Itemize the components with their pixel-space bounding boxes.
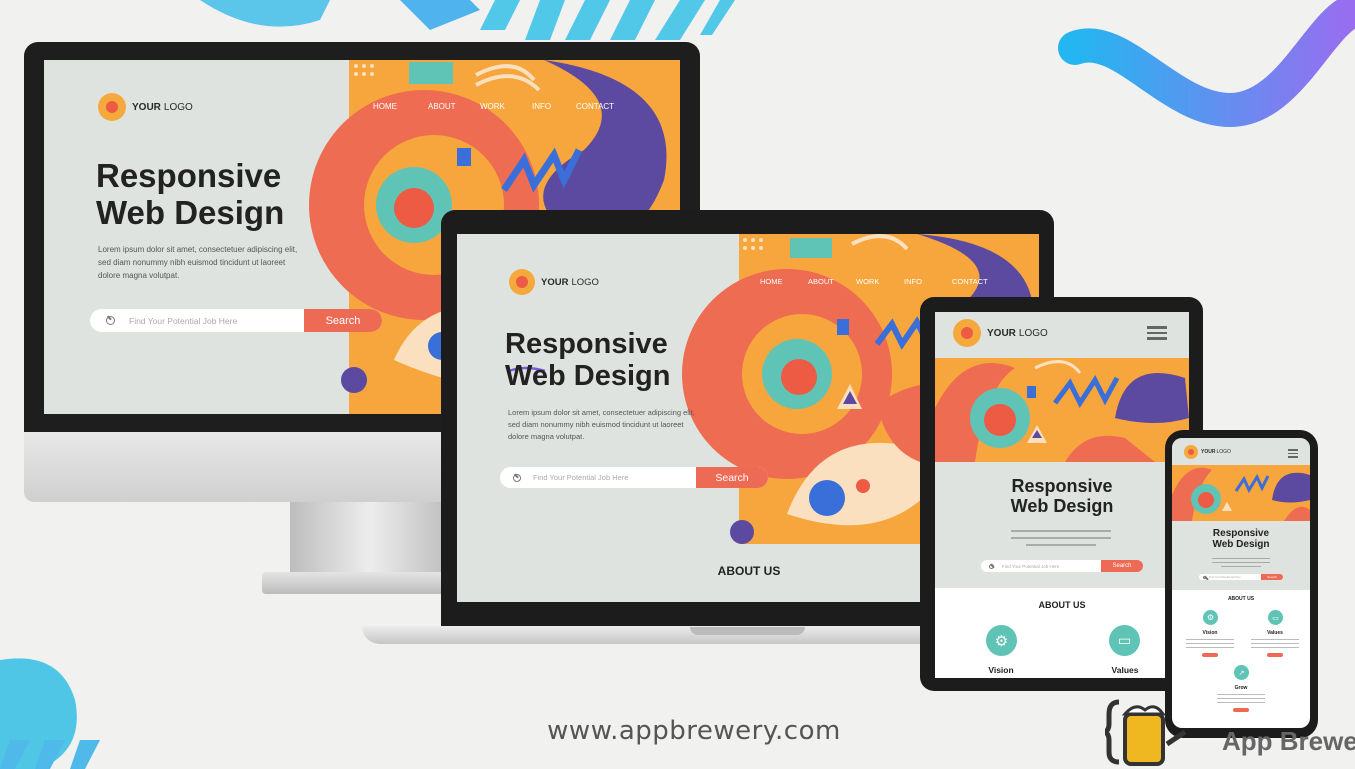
laptop-about-title: ABOUT US xyxy=(717,564,781,578)
desktop-base xyxy=(262,572,452,594)
nav-work[interactable]: WORK xyxy=(480,102,532,111)
search-icon xyxy=(1203,575,1206,579)
phone-vision-lines xyxy=(1186,639,1234,657)
feature-label-values: Values xyxy=(1111,665,1139,675)
search-icon xyxy=(989,563,994,569)
hamburger-menu-icon[interactable] xyxy=(1288,449,1298,461)
desktop-search-bar: Find Your Potential Job Here Search xyxy=(90,309,382,332)
website-url[interactable]: www.appbrewery.com xyxy=(0,716,1355,746)
tablet-paragraph-lines xyxy=(1011,530,1111,546)
desktop-paragraph: Lorem ipsum dolor sit amet, consectetuer… xyxy=(98,245,298,280)
laptop-nav: HOME ABOUT WORK INFO CONTACT xyxy=(760,277,988,286)
logo-light: LOGO xyxy=(163,101,193,113)
laptop-logo[interactable]: YOUR LOGO xyxy=(509,269,599,295)
search-input[interactable]: Find Your Potential Job Here xyxy=(533,473,696,482)
logo-light: LOGO xyxy=(1018,327,1048,339)
search-input[interactable]: Find Your Potential Job Here xyxy=(1002,564,1101,569)
laptop-search-bar: Find Your Potential Job Here Search xyxy=(500,467,768,488)
phone-values-lines xyxy=(1251,639,1299,657)
logo-mark-icon xyxy=(98,93,126,121)
nav-info[interactable]: INFO xyxy=(532,102,576,111)
vision-gear-icon: ⚙ xyxy=(1203,610,1218,625)
laptop-paragraph: Lorem ipsum dolor sit amet, consectetuer… xyxy=(508,408,695,441)
search-button[interactable]: Search xyxy=(1101,560,1143,572)
feature-label-vision: Vision xyxy=(988,665,1014,675)
phone-grow-lines xyxy=(1217,694,1265,712)
nav-about[interactable]: ABOUT xyxy=(808,277,856,286)
phone-about-title: ABOUT US xyxy=(1227,596,1255,602)
tablet-logo[interactable]: YOUR LOGO xyxy=(953,319,1048,347)
desktop-headline: Responsive Web Design xyxy=(96,157,285,231)
tablet-hero-art xyxy=(935,358,1189,462)
phone-screen: YOUR LOGO Responsive Web Design Find You… xyxy=(1172,438,1310,728)
search-button[interactable]: Search xyxy=(696,467,768,488)
values-chat-icon: ▭ xyxy=(1268,610,1283,625)
phone-headline: Responsive Web Design xyxy=(1212,528,1270,551)
feature-label-grow: Grow xyxy=(1234,685,1248,691)
phone-paragraph-lines xyxy=(1212,558,1270,567)
hamburger-menu-icon[interactable] xyxy=(1147,326,1167,343)
laptop-headline: Responsive Web Design xyxy=(505,328,671,393)
nav-home[interactable]: HOME xyxy=(760,277,808,286)
laptop-notch xyxy=(690,627,805,635)
tablet-screen: YOUR LOGO Responsive Web Design Find You… xyxy=(935,312,1189,678)
desktop-nav: HOME ABOUT WORK INFO CONTACT xyxy=(373,102,614,111)
nav-work[interactable]: WORK xyxy=(856,277,904,286)
search-input[interactable]: Find Your Potential Job Here xyxy=(1209,576,1261,579)
nav-about[interactable]: ABOUT xyxy=(428,102,480,111)
search-button[interactable]: Search xyxy=(304,309,382,332)
brand-name: App Brewe xyxy=(1222,726,1355,756)
nav-contact[interactable]: CONTACT xyxy=(576,102,614,111)
tablet-about-title: ABOUT US xyxy=(1038,600,1086,610)
logo-bold: YOUR xyxy=(987,327,1016,339)
phone-logo[interactable]: YOUR LOGO xyxy=(1184,445,1231,459)
values-chat-icon: ▭ xyxy=(1109,625,1140,656)
feature-label-vision: Vision xyxy=(1202,630,1218,636)
tablet-headline: Responsive Web Design xyxy=(1010,476,1114,517)
logo-bold: YOUR xyxy=(132,101,161,113)
search-icon xyxy=(106,316,115,325)
logo-mark-icon xyxy=(509,269,535,295)
logo-light: LOGO xyxy=(1216,449,1231,455)
grow-chart-icon: ↗ xyxy=(1234,665,1249,680)
tablet-search-bar: Find Your Potential Job Here Search xyxy=(981,560,1143,572)
nav-home[interactable]: HOME xyxy=(373,102,428,111)
nav-info[interactable]: INFO xyxy=(904,277,952,286)
logo-bold: YOUR xyxy=(1201,449,1216,455)
nav-contact[interactable]: CONTACT xyxy=(952,277,988,286)
logo-mark-icon xyxy=(1184,445,1198,459)
desktop-logo[interactable]: YOUR LOGO xyxy=(98,93,193,121)
vision-gear-icon: ⚙ xyxy=(986,625,1017,656)
search-input[interactable]: Find Your Potential Job Here xyxy=(129,316,304,326)
phone-hero-art xyxy=(1172,465,1310,521)
feature-label-values: Values xyxy=(1267,630,1283,636)
phone-search-bar: Find Your Potential Job Here Search xyxy=(1199,574,1283,580)
laptop-base xyxy=(362,626,998,644)
logo-light: LOGO xyxy=(571,276,599,288)
search-icon xyxy=(513,473,521,482)
logo-mark-icon xyxy=(953,319,981,347)
desktop-stand xyxy=(290,502,450,572)
search-button[interactable]: Search xyxy=(1261,574,1283,580)
logo-bold: YOUR xyxy=(541,276,569,288)
